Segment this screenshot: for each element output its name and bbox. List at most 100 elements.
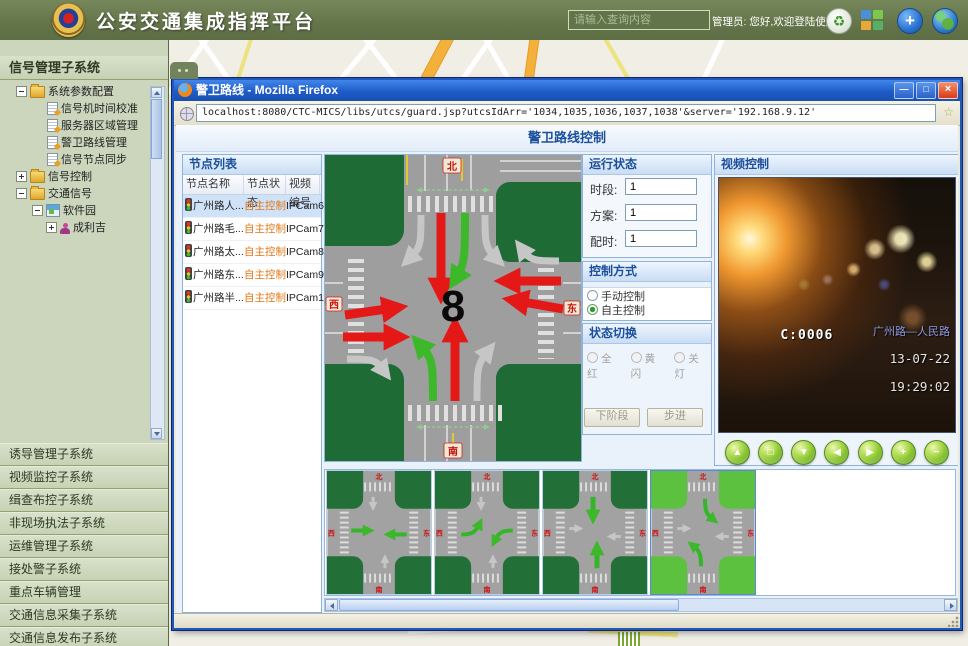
scroll-down-icon[interactable]: [151, 428, 162, 439]
minimize-button[interactable]: —: [894, 82, 914, 99]
field-row: 配时:: [583, 227, 711, 253]
document-icon: [47, 102, 58, 115]
signal-countdown: 8: [441, 282, 465, 331]
timing-input[interactable]: [625, 230, 697, 247]
sidebar-section-guidance[interactable]: 诱导管理子系统: [0, 443, 168, 466]
sidebar-section-alarm-handling[interactable]: 接处警子系统: [0, 558, 168, 581]
node-row[interactable]: 广州路人... 自主控制 IPCam6: [183, 195, 321, 218]
add-icon[interactable]: +: [897, 8, 923, 34]
phase-thumbnail-1[interactable]: 北 南 西 东: [326, 470, 432, 595]
west-label: 西: [329, 299, 339, 311]
sidebar-collapse-tab[interactable]: [170, 62, 198, 79]
tree-item-signal-node-sync[interactable]: 信号节点同步: [0, 152, 168, 169]
yellow-flash-option[interactable]: 黄闪: [631, 351, 666, 381]
next-phase-button[interactable]: 下阶段: [584, 408, 640, 427]
tree-scrollbar[interactable]: [150, 86, 165, 440]
node-status: 自主控制: [244, 195, 286, 217]
all-red-option[interactable]: 全红: [587, 351, 622, 381]
traffic-light-icon: [185, 290, 192, 303]
maximize-button[interactable]: □: [916, 82, 936, 99]
sidebar-section-offsite-enforcement[interactable]: 非现场执法子系统: [0, 512, 168, 535]
ptz-controls: ▲ □ ▼ ◀ ▶ + −: [715, 437, 958, 467]
period-input[interactable]: [625, 178, 697, 195]
intersection-diagram[interactable]: 北 东 西 南 8: [324, 154, 582, 462]
ptz-left-button[interactable]: ◀: [824, 440, 849, 465]
node-status: 自主控制: [244, 264, 286, 286]
expand-toggle-icon[interactable]: [46, 222, 57, 233]
grid-cell: [861, 21, 871, 30]
tree-item-software-park[interactable]: 软件园: [0, 203, 168, 220]
node-name: 广州路人...: [183, 195, 244, 217]
node-row[interactable]: 广州路毛... 自主控制 IPCam7: [183, 218, 321, 241]
phase-thumbnail-4-selected[interactable]: 北 南 西 东: [650, 470, 756, 595]
column-header-camera[interactable]: 视频编号: [286, 175, 320, 194]
ptz-up-button[interactable]: ▲: [725, 440, 750, 465]
tree-item-system-params[interactable]: 系统参数配置: [0, 84, 168, 101]
plan-input[interactable]: [625, 204, 697, 221]
address-bar[interactable]: localhost:8080/CTC-MICS/libs/utcs/guard.…: [196, 104, 936, 122]
node-row[interactable]: 广州路东... 自主控制 IPCam9: [183, 264, 321, 287]
auto-control-option[interactable]: 自主控制: [587, 304, 711, 318]
lights-off-option[interactable]: 关灯: [674, 351, 709, 381]
bookmark-star-icon[interactable]: ☆: [943, 105, 954, 119]
column-header-status[interactable]: 节点状态: [244, 175, 286, 194]
zoom-out-button[interactable]: −: [924, 440, 949, 465]
browser-window: 警卫路线 - Mozilla Firefox — □ × localhost:8…: [172, 78, 962, 630]
camera-video-feed[interactable]: C:0006 广州路—人民路 13-07-22 19:29:02: [718, 177, 956, 433]
document-icon: [47, 153, 58, 166]
window-titlebar[interactable]: 警卫路线 - Mozilla Firefox — □ ×: [174, 80, 960, 101]
tree-item-guard-route[interactable]: 警卫路线管理: [0, 135, 168, 152]
west-label: 西: [652, 529, 659, 537]
tree-item-server-region[interactable]: 服务器区域管理: [0, 118, 168, 135]
scrollbar-thumb[interactable]: [151, 99, 162, 159]
camera-id-overlay: C:0006: [780, 328, 833, 343]
step-button[interactable]: 步进: [647, 408, 703, 427]
east-label: 东: [639, 528, 646, 537]
close-button[interactable]: ×: [938, 82, 958, 99]
collapse-toggle-icon[interactable]: [16, 188, 27, 199]
sidebar-section-traffic-info-collection[interactable]: 交通信息采集子系统: [0, 604, 168, 627]
sidebar-section-active[interactable]: 信号管理子系统: [0, 56, 168, 80]
node-row[interactable]: 广州路半... 自主控制 IPCam10: [183, 287, 321, 310]
sidebar-section-traffic-info-publish[interactable]: 交通信息发布子系统: [0, 627, 168, 646]
north-label: 北: [376, 472, 383, 481]
sidebar-section-ops-management[interactable]: 运维管理子系统: [0, 535, 168, 558]
document-icon: [47, 136, 58, 149]
scroll-up-icon[interactable]: [151, 87, 162, 98]
scroll-left-icon[interactable]: [325, 599, 338, 611]
manual-control-option[interactable]: 手动控制: [587, 290, 711, 304]
column-header-name[interactable]: 节点名称: [183, 175, 244, 194]
tree-item-traffic-signal[interactable]: 交通信号: [0, 186, 168, 203]
tree-item-signal-control[interactable]: 信号控制: [0, 169, 168, 186]
scrollbar-thumb[interactable]: [339, 599, 679, 611]
sidebar: 信号管理子系统 系统参数配置 信号机时间校准 服务器区域管理 警卫路线管理 信号…: [0, 40, 169, 646]
radio-icon[interactable]: [587, 290, 598, 301]
node-row[interactable]: 广州路太... 自主控制 IPCam8: [183, 241, 321, 264]
west-label: 西: [544, 529, 551, 537]
expand-toggle-icon[interactable]: [16, 171, 27, 182]
collapse-toggle-icon[interactable]: [32, 205, 43, 216]
sidebar-section-investigation[interactable]: 缉查布控子系统: [0, 489, 168, 512]
modules-grid-icon[interactable]: [861, 10, 883, 30]
zoom-in-button[interactable]: +: [891, 440, 916, 465]
tree-item-chenliji[interactable]: 成利吉: [0, 220, 168, 237]
resize-grip[interactable]: [948, 616, 959, 627]
search-input[interactable]: [568, 10, 710, 30]
firefox-icon: [178, 83, 192, 97]
globe-icon[interactable]: [932, 8, 958, 34]
window-title: 警卫路线 - Mozilla Firefox: [196, 80, 338, 101]
collapse-toggle-icon[interactable]: [16, 86, 27, 97]
ptz-right-button[interactable]: ▶: [858, 440, 883, 465]
ptz-down-button[interactable]: ▼: [791, 440, 816, 465]
app-header: 公安交通集成指挥平台 管理员: 您好,欢迎登陆使用 ♻ +: [0, 0, 968, 40]
refresh-icon[interactable]: ♻: [826, 8, 852, 34]
radio-checked-icon[interactable]: [587, 304, 598, 315]
sidebar-section-video-surveillance[interactable]: 视频监控子系统: [0, 466, 168, 489]
phase-thumbnail-3[interactable]: 北 南 西 东: [542, 470, 648, 595]
ptz-stop-button[interactable]: □: [758, 440, 783, 465]
phase-thumbnail-2[interactable]: 北 南 西 东: [434, 470, 540, 595]
horizontal-scrollbar[interactable]: [324, 598, 958, 612]
tree-item-signal-time-calibration[interactable]: 信号机时间校准: [0, 101, 168, 118]
scroll-right-icon[interactable]: [944, 599, 957, 611]
sidebar-section-key-vehicles[interactable]: 重点车辆管理: [0, 581, 168, 604]
